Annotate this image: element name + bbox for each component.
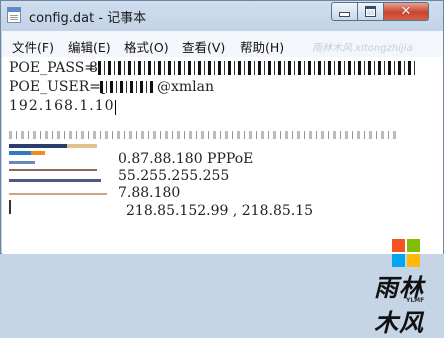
line-gateway: 0.87.88.180 PPPoE — [118, 151, 254, 167]
maximize-button[interactable] — [357, 2, 384, 21]
brand-logo-sub: YLMF — [406, 297, 425, 304]
line-poe-pass: POE_PASS= — [9, 60, 97, 76]
line-remote-ip: 7.88.180 — [118, 185, 181, 201]
close-icon: ✕ — [400, 4, 412, 19]
notepad-window: config.dat - 记事本 ✕ 文件(F) 编辑(E) 格式(O) 查看(… — [0, 0, 444, 337]
line-dns: 218.85.152.99 , 218.85.15 — [126, 203, 314, 219]
menu-bar: 文件(F) 编辑(E) 格式(O) 查看(V) 帮助(H) 雨林木风 xiton… — [2, 31, 443, 58]
redacted-prefix-bar — [9, 193, 107, 195]
redacted-prefix-bar — [9, 151, 31, 155]
maximize-icon — [365, 6, 376, 17]
logo-tile — [392, 254, 405, 267]
window-title: config.dat - 记事本 — [29, 11, 147, 26]
menu-help[interactable]: 帮助(H) — [240, 37, 284, 56]
line-poe-user: POE_USER=p — [9, 79, 110, 95]
redacted-line — [9, 131, 399, 139]
menu-file[interactable]: 文件(F) — [12, 37, 54, 56]
line-netmask: 55.255.255.255 — [118, 168, 230, 184]
redacted-prefix-bar — [9, 179, 101, 182]
redacted-username — [100, 81, 156, 93]
redacted-prefix-bar — [31, 151, 45, 155]
text-editor[interactable]: POE_PASS= 8 POE_USER=p @xmlan 192.168.1.… — [2, 57, 443, 337]
menu-edit[interactable]: 编辑(E) — [68, 37, 111, 56]
redacted-prefix-bar — [9, 144, 67, 148]
menu-watermark: 雨林木风 xitongzhijia — [312, 43, 413, 54]
logo-tile — [407, 254, 420, 267]
menu-view[interactable]: 查看(V) — [182, 37, 225, 56]
title-bar[interactable]: config.dat - 记事本 ✕ — [1, 1, 443, 31]
line-poe-user-domain: @xmlan — [157, 79, 215, 95]
redacted-prefix-bar — [67, 144, 97, 148]
close-button[interactable]: ✕ — [383, 2, 429, 21]
line-ip-address: 192.168.1.10 — [9, 98, 115, 114]
minimize-button[interactable] — [331, 2, 358, 21]
logo-tile — [392, 239, 405, 252]
redacted-prefix-bar — [9, 161, 35, 164]
redacted-password — [98, 61, 418, 75]
notepad-icon — [7, 7, 21, 23]
text-caret — [115, 100, 116, 115]
windows-logo-icon — [392, 239, 420, 267]
redacted-prefix-bar — [9, 169, 97, 171]
logo-tile — [407, 239, 420, 252]
minimize-icon — [339, 12, 350, 17]
line-poe-pass-glyph: 8 — [89, 60, 98, 76]
menu-format[interactable]: 格式(O) — [124, 37, 169, 56]
redacted-prefix-bar — [9, 200, 11, 214]
